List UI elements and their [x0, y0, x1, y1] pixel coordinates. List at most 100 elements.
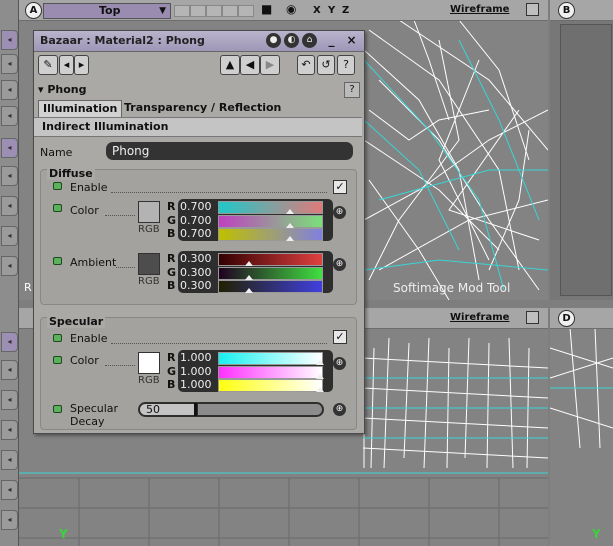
- connect-icon[interactable]: ⊕: [333, 258, 346, 271]
- strip-button-1[interactable]: ◂: [1, 30, 18, 50]
- viewport-b[interactable]: B: [550, 0, 613, 300]
- specular-color-led: [53, 356, 62, 364]
- display-mode-menu[interactable]: Wireframe: [450, 4, 509, 15]
- channel-b-value[interactable]: 0.300: [180, 279, 216, 292]
- strip-button-10[interactable]: ◂: [1, 332, 18, 352]
- strip-button-8[interactable]: ◂: [1, 226, 18, 246]
- channel-r-value[interactable]: 0.700: [180, 200, 216, 213]
- decay-slider-handle[interactable]: [194, 403, 197, 416]
- section-header[interactable]: ▾ Phong: [38, 83, 87, 96]
- strip-button-15[interactable]: ◂: [1, 480, 18, 500]
- specular-enable-led: [53, 334, 62, 342]
- minimize-button[interactable]: _: [325, 34, 338, 47]
- strip-button-5[interactable]: ◂: [1, 138, 18, 158]
- view-slot-1[interactable]: [174, 5, 190, 17]
- channel-b-value[interactable]: 1.000: [180, 378, 216, 391]
- channel-b-slider[interactable]: [218, 228, 323, 241]
- channel-g-slider[interactable]: [218, 214, 323, 228]
- channel-g-value[interactable]: 0.700: [180, 214, 216, 227]
- display-mode-menu-c[interactable]: Wireframe: [450, 312, 509, 323]
- viewport-a-letter[interactable]: A: [25, 2, 42, 19]
- next-button[interactable]: ▸: [74, 55, 89, 75]
- push-up-button[interactable]: ▲: [220, 55, 240, 75]
- help-button[interactable]: ?: [337, 55, 355, 75]
- strip-button-12[interactable]: ◂: [1, 390, 18, 410]
- strip-button-2[interactable]: ◂: [1, 54, 18, 74]
- rgb-mode-label[interactable]: RGB: [138, 224, 160, 235]
- push-right-button[interactable]: ▶: [260, 55, 280, 75]
- camera-icon[interactable]: ■: [261, 2, 272, 16]
- maximize-icon[interactable]: [526, 3, 539, 16]
- view-menu[interactable]: Top ▼: [43, 3, 171, 19]
- preset-icon[interactable]: ●: [266, 33, 281, 48]
- specular-color-swatch[interactable]: [138, 352, 160, 374]
- panel-title: Bazaar : Material2 : Phong: [40, 34, 205, 47]
- connect-icon[interactable]: ⊕: [333, 403, 346, 416]
- channel-b-thumb[interactable]: [316, 387, 324, 392]
- channel-g-value[interactable]: 1.000: [180, 365, 216, 378]
- rgb-mode-label[interactable]: RGB: [138, 276, 160, 287]
- strip-button-13[interactable]: ◂: [1, 420, 18, 440]
- maximize-icon-c[interactable]: [526, 311, 539, 324]
- name-label: Name: [40, 146, 73, 159]
- name-field[interactable]: Phong: [106, 142, 353, 160]
- view-slot-3[interactable]: [206, 5, 222, 17]
- channel-r-value[interactable]: 1.000: [180, 351, 216, 364]
- render-icon[interactable]: ◐: [284, 33, 299, 48]
- tab-transparency-reflection[interactable]: Transparency / Reflection: [120, 100, 285, 116]
- previous-button[interactable]: ◂: [59, 55, 74, 75]
- channel-b-value[interactable]: 0.700: [180, 227, 216, 240]
- revert-icon[interactable]: ↺: [317, 55, 335, 75]
- strip-button-14[interactable]: ◂: [1, 450, 18, 470]
- section-help-icon[interactable]: ?: [344, 82, 360, 98]
- strip-button-16[interactable]: ◂: [1, 510, 18, 530]
- view-slot-4[interactable]: [222, 5, 238, 17]
- rgb-mode-label[interactable]: RGB: [138, 375, 160, 386]
- channel-b-thumb[interactable]: [285, 236, 294, 241]
- strip-button-4[interactable]: ◂: [1, 106, 18, 126]
- key-icon[interactable]: ✎: [38, 55, 58, 75]
- strip-button-11[interactable]: ◂: [1, 360, 18, 380]
- channel-r-slider[interactable]: [218, 352, 324, 365]
- axis-z[interactable]: Z: [342, 5, 349, 16]
- strip-button-9[interactable]: ◂: [1, 256, 18, 276]
- viewport-b-letter[interactable]: B: [558, 2, 575, 19]
- close-button[interactable]: ×: [345, 34, 358, 47]
- viewport-d-letter[interactable]: D: [558, 310, 575, 327]
- channel-g-slider[interactable]: [218, 365, 324, 379]
- view-menu-label: Top: [99, 4, 121, 17]
- specular-enable-checkbox[interactable]: ✓: [333, 330, 347, 344]
- axis-x[interactable]: X: [313, 5, 321, 16]
- strip-button-6[interactable]: ◂: [1, 166, 18, 186]
- connect-icon[interactable]: ⊕: [333, 357, 346, 370]
- viewport-d[interactable]: D Y: [550, 308, 613, 546]
- strip-button-3[interactable]: ◂: [1, 80, 18, 100]
- specular-decay-slider[interactable]: 50: [138, 402, 324, 417]
- tab-indirect-illumination[interactable]: Indirect Illumination: [34, 117, 362, 137]
- ambient-label: Ambient: [70, 256, 117, 269]
- push-left-button[interactable]: ◀: [240, 55, 260, 75]
- diffuse-color-swatch[interactable]: [138, 201, 160, 223]
- view-slot-2[interactable]: [190, 5, 206, 17]
- strip-button-7[interactable]: ◂: [1, 196, 18, 216]
- channel-b-slider[interactable]: [218, 280, 323, 293]
- channel-b-thumb[interactable]: [245, 288, 254, 293]
- subtab-label: Indirect Illumination: [42, 120, 169, 133]
- ambient-color-swatch[interactable]: [138, 253, 160, 275]
- connect-icon[interactable]: ⊕: [333, 206, 346, 219]
- channel-r-value[interactable]: 0.300: [180, 252, 216, 265]
- dotted-leader: [105, 365, 135, 366]
- tab-illumination[interactable]: Illumination: [38, 100, 123, 117]
- channel-g-slider[interactable]: [218, 266, 323, 280]
- axis-y[interactable]: Y: [328, 5, 335, 16]
- panel-titlebar[interactable]: Bazaar : Material2 : Phong ● ◐ ⌂ _ ×: [34, 31, 364, 52]
- lock-icon[interactable]: ⌂: [302, 33, 317, 48]
- channel-r-slider[interactable]: [218, 253, 323, 266]
- channel-g-value[interactable]: 0.300: [180, 266, 216, 279]
- channel-b-slider[interactable]: [218, 379, 324, 392]
- diffuse-enable-checkbox[interactable]: ✓: [333, 180, 347, 194]
- eye-icon[interactable]: ◉: [286, 2, 296, 16]
- undo-icon[interactable]: ↶: [297, 55, 315, 75]
- view-slot-5[interactable]: [238, 5, 254, 17]
- channel-r-slider[interactable]: [218, 201, 323, 214]
